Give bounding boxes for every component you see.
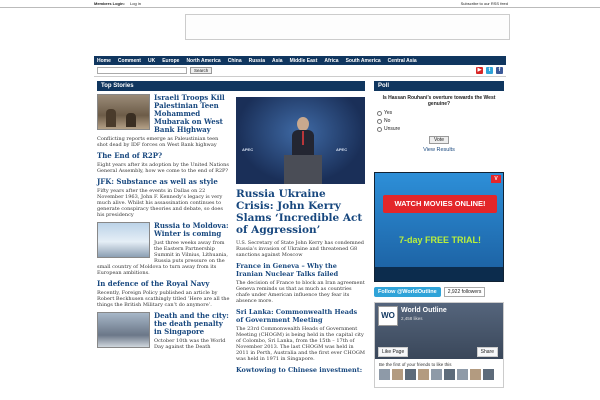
movies-ad[interactable]: V WATCH MOVIES ONLINE! 7-day FREE TRIAL! xyxy=(374,172,504,282)
radio-button[interactable] xyxy=(377,126,382,132)
world-outline-logo[interactable]: WO xyxy=(378,306,398,326)
mid-story-2-summary: The 23rd Commonwealth Heads of Governmen… xyxy=(236,326,365,362)
poll-option-unsure[interactable]: Unsure xyxy=(377,126,504,132)
poll-option-no[interactable]: No xyxy=(377,118,504,124)
nav-item-central-asia[interactable]: Central Asia xyxy=(388,58,417,64)
mid-story-1-headline[interactable]: France in Geneva – Why the Iranian Nucle… xyxy=(236,262,365,278)
ad-watch-text: WATCH MOVIES ONLINE! xyxy=(383,195,497,213)
poll-option-label: No xyxy=(384,118,391,124)
nav-item-comment[interactable]: Comment xyxy=(118,58,141,64)
poll-options: Yes No Unsure xyxy=(377,110,504,132)
facebook-like-count: 2,458 likes xyxy=(401,316,423,321)
feature-summary: U.S. Secretary of State John Kerry has c… xyxy=(236,240,364,258)
feature-image[interactable]: APEC APEC xyxy=(236,97,365,184)
avatar[interactable] xyxy=(379,369,390,380)
story-5-headline[interactable]: In defence of the Royal Navy xyxy=(97,280,230,288)
avatar[interactable] xyxy=(470,369,481,380)
nav-item-uk[interactable]: UK xyxy=(148,58,155,64)
avatar[interactable] xyxy=(431,369,442,380)
ad-badge: V xyxy=(491,175,501,183)
poll-header: Poll xyxy=(374,81,504,91)
poll-widget: Poll Is Hassan Rouhani’s overture toward… xyxy=(374,81,504,153)
avatar[interactable] xyxy=(457,369,468,380)
nav-item-europe[interactable]: Europe xyxy=(162,58,179,64)
facebook-like-button[interactable]: Like Page xyxy=(378,347,409,357)
mid-story-1-summary: The decision of France to block an Iran … xyxy=(236,280,365,304)
nav-item-north-america[interactable]: North America xyxy=(186,58,220,64)
ad-footer xyxy=(375,267,503,281)
speaker-tie xyxy=(302,131,304,145)
story-4-thumbnail[interactable] xyxy=(97,222,150,258)
story-1: Israeli Troops Kill Palestinian Teen Moh… xyxy=(97,94,230,148)
story-1-summary: Conflicting reports emerge as Paleustini… xyxy=(97,136,219,148)
top-stories: Top Stories Israeli Troops Kill Palestin… xyxy=(97,81,365,350)
facebook-cover: WO World Outline 2,458 likes Like Page S… xyxy=(375,303,503,359)
avatar[interactable] xyxy=(392,369,403,380)
mid-story-2-headline[interactable]: Sri Lanka: Commonwealth Heads of Governm… xyxy=(236,308,365,324)
login-link[interactable]: Log in xyxy=(130,1,141,6)
avatar[interactable] xyxy=(444,369,455,380)
banner-ad[interactable] xyxy=(185,14,510,40)
figure-shape xyxy=(106,109,116,127)
facebook-avatars xyxy=(379,369,494,380)
facebook-page-box: WO World Outline 2,458 likes Like Page S… xyxy=(374,302,504,388)
nav-item-home[interactable]: Home xyxy=(97,58,111,64)
nav-item-middle-east[interactable]: Middle East xyxy=(290,58,318,64)
avatar[interactable] xyxy=(405,369,416,380)
story-6-thumbnail[interactable] xyxy=(97,312,150,348)
podium xyxy=(284,155,322,184)
ad-trial-text: 7-day FREE TRIAL! xyxy=(398,235,481,245)
story-3-summary: Fifty years after the events in Dallas o… xyxy=(97,188,223,218)
main-nav: Home Comment UK Europe North America Chi… xyxy=(94,56,506,65)
search-button[interactable]: Search xyxy=(190,67,213,74)
view-results-link[interactable]: View Results xyxy=(374,147,504,153)
avatar[interactable] xyxy=(418,369,429,380)
rss-link[interactable]: Subscribe to our RSS feed xyxy=(461,1,508,6)
story-4: Russia to Moldova: Winter is coming Just… xyxy=(97,222,230,276)
twitter-icon[interactable]: t xyxy=(486,67,493,74)
avatar[interactable] xyxy=(483,369,494,380)
radio-button[interactable] xyxy=(377,110,382,116)
apec-label: APEC xyxy=(336,147,348,152)
nav-item-asia[interactable]: Asia xyxy=(272,58,283,64)
nav-item-russia[interactable]: Russia xyxy=(249,58,265,64)
top-bar: Members Login: Log in Subscribe to our R… xyxy=(0,0,600,8)
poll-option-yes[interactable]: Yes xyxy=(377,110,504,116)
facebook-icon[interactable]: f xyxy=(496,67,503,74)
story-3-headline[interactable]: JFK: Substance as well as style xyxy=(97,178,230,186)
facebook-share-button[interactable]: Share xyxy=(476,347,498,357)
facebook-friends-text: Be the first of your friends to like thi… xyxy=(379,362,452,367)
top-stories-header: Top Stories xyxy=(97,81,365,91)
vote-button[interactable]: Vote xyxy=(429,136,449,144)
twitter-follow-button[interactable]: Follow @WorldOutline xyxy=(374,287,441,297)
speaker-head xyxy=(297,117,309,131)
facebook-page-name[interactable]: World Outline xyxy=(401,307,447,314)
mid-story-3-headline[interactable]: Kowtowing to Chinese investment: xyxy=(236,366,365,375)
story-5-summary: Recently, Foreign Policy published an ar… xyxy=(97,290,230,308)
members-login: Members Login: Log in xyxy=(94,1,141,6)
poll-question: Is Hassan Rouhani’s overture towards the… xyxy=(382,95,496,107)
nav-item-africa[interactable]: Africa xyxy=(324,58,338,64)
poll-option-label: Yes xyxy=(384,110,393,116)
search-input[interactable] xyxy=(97,67,187,74)
nav-item-china[interactable]: China xyxy=(228,58,242,64)
feature-column: APEC APEC Russia Ukraine Crisis: John Ke… xyxy=(236,97,365,375)
story-2-headline[interactable]: The End of R2P? xyxy=(97,152,230,160)
members-login-label: Members Login: xyxy=(94,1,125,6)
twitter-follower-count: 2,922 followers xyxy=(443,287,486,297)
feature-headline[interactable]: Russia Ukraine Crisis: John Kerry Slams … xyxy=(236,188,365,236)
figure-shape xyxy=(126,113,136,127)
twitter-follow-row: Follow @WorldOutline 2,922 followers xyxy=(374,286,504,298)
search-row: Search ▶ t f xyxy=(94,65,506,77)
youtube-icon[interactable]: ▶ xyxy=(476,67,483,74)
story-6: Death and the city: the death penalty in… xyxy=(97,312,230,350)
story-1-thumbnail[interactable] xyxy=(97,94,150,130)
poll-option-label: Unsure xyxy=(384,126,401,132)
apec-label: APEC xyxy=(242,147,254,152)
nav-item-south-america[interactable]: South America xyxy=(346,58,381,64)
social-links: ▶ t f xyxy=(476,67,503,74)
story-2-summary: Eight years after its adoption by the Un… xyxy=(97,162,229,174)
radio-button[interactable] xyxy=(377,118,382,124)
